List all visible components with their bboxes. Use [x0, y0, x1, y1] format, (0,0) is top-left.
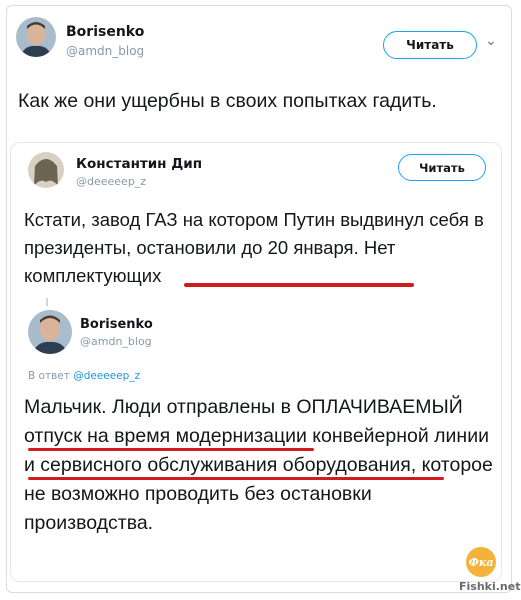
- thread-connector: [46, 298, 48, 306]
- author-avatar[interactable]: [16, 17, 56, 57]
- quoted-follow-button[interactable]: Читать: [398, 154, 486, 181]
- highlight-underline: [184, 283, 414, 287]
- highlight-underline-2: [28, 477, 444, 480]
- author-name[interactable]: Borisenko: [66, 24, 144, 40]
- fishki-logo: Фка: [466, 547, 496, 577]
- highlight-underline-1: [28, 448, 314, 451]
- quoted-author-avatar[interactable]: [28, 152, 64, 188]
- reply-author-handle[interactable]: @amdn_blog: [80, 335, 152, 348]
- quoted-author-handle[interactable]: @deeeeep_z: [76, 175, 146, 188]
- reply-prefix: В ответ: [28, 370, 70, 382]
- quoted-tweet-text: Кстати, завод ГАЗ на котором Путин выдви…: [24, 209, 484, 286]
- reply-author-name[interactable]: Borisenko: [80, 317, 153, 332]
- author-handle[interactable]: @amdn_blog: [66, 44, 144, 58]
- reply-author-avatar[interactable]: [28, 310, 72, 354]
- chevron-down-icon[interactable]: ⌄: [485, 33, 497, 49]
- follow-button[interactable]: Читать: [383, 31, 477, 59]
- reply-context: В ответ @deeeeep_z: [28, 370, 140, 382]
- tweet-text: Как же они ущербны в своих попытках гади…: [18, 90, 437, 112]
- watermark: Fishki.net: [459, 580, 521, 593]
- reply-text: Мальчик. Люди отправлены в ОПЛАЧИВАЕМЫЙ …: [24, 396, 493, 534]
- quoted-author-name[interactable]: Константин Дип: [76, 156, 202, 172]
- reply-to-link[interactable]: @deeeeep_z: [73, 370, 140, 382]
